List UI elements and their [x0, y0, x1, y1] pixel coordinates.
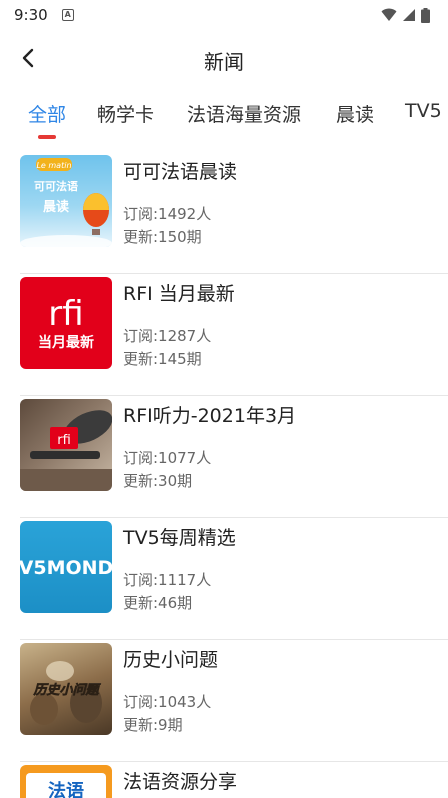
wifi-icon [381, 8, 397, 21]
tv5-logo-text: V5MOND [20, 557, 112, 579]
tab-indicator [38, 135, 56, 139]
battery-icon [421, 7, 430, 23]
notification-icon: A [61, 9, 74, 21]
thumb-text: 法语 [48, 780, 84, 798]
resource-illustration: 法语 [26, 773, 106, 798]
balloon-illustration: Le matin 可可法语 晨读 [20, 158, 112, 247]
item-thumbnail: rfi 当月最新 [20, 277, 112, 369]
rfi-logo-text: rfi [57, 433, 71, 448]
thumb-line2: 晨读 [43, 199, 69, 215]
status-icons [381, 7, 430, 23]
item-title: RFI听力-2021年3月 [123, 405, 297, 427]
list-item[interactable]: Le matin 可可法语 晨读 可可法语晨读 订阅:1492人 更新:150期 [20, 152, 448, 274]
item-title: 法语资源分享 [123, 771, 238, 793]
tab-card[interactable]: 畅学卡 [97, 100, 154, 127]
thumb-caption: 当月最新 [38, 334, 94, 351]
tv5-logo: V5MOND [20, 557, 112, 579]
rfi-logo-text: rfi [48, 294, 83, 334]
thumb-line1: 可可法语 [34, 179, 78, 193]
item-title: TV5每周精选 [123, 527, 236, 549]
painting-illustration: 历史小问题 [30, 661, 102, 725]
thumb-badge: Le matin [36, 161, 71, 170]
status-bar: 9:30 A [0, 0, 448, 30]
microphone-photo: rfi [20, 410, 112, 491]
item-title: 历史小问题 [123, 649, 219, 671]
item-subscribers: 订阅:1077人 [123, 449, 212, 467]
item-thumbnail: rfi [20, 399, 112, 491]
item-updates: 更新:145期 [123, 350, 202, 368]
item-thumbnail: Le matin 可可法语 晨读 [20, 155, 112, 247]
item-subscribers: 订阅:1117人 [123, 571, 212, 589]
list-item[interactable]: V5MOND TV5每周精选 订阅:1117人 更新:46期 [20, 518, 448, 640]
tab-all[interactable]: 全部 [28, 100, 66, 127]
item-subscribers: 订阅:1287人 [123, 327, 212, 345]
item-thumbnail: V5MOND [20, 521, 112, 613]
list-item[interactable]: rfi RFI听力-2021年3月 订阅:1077人 更新:30期 [20, 396, 448, 518]
item-thumbnail: 历史小问题 [20, 643, 112, 735]
rfi-logo: rfi 当月最新 [38, 294, 94, 351]
tab-resources[interactable]: 法语海量资源 [187, 100, 301, 127]
item-updates: 更新:46期 [123, 594, 193, 612]
item-subscribers: 订阅:1043人 [123, 693, 212, 711]
tab-tv5[interactable]: TV5 [405, 100, 442, 122]
list-item[interactable]: 法语 法语资源分享 [20, 762, 448, 798]
item-updates: 更新:9期 [123, 716, 183, 734]
item-updates: 更新:30期 [123, 472, 193, 490]
list-item[interactable]: rfi 当月最新 RFI 当月最新 订阅:1287人 更新:145期 [20, 274, 448, 396]
item-title: RFI 当月最新 [123, 283, 235, 305]
app-bar: 新闻 [0, 36, 448, 80]
tab-morning-reading[interactable]: 晨读 [336, 100, 374, 127]
list-item[interactable]: 历史小问题 历史小问题 订阅:1043人 更新:9期 [20, 640, 448, 762]
item-subscribers: 订阅:1492人 [123, 205, 212, 223]
signal-icon [403, 9, 415, 21]
item-updates: 更新:150期 [123, 228, 202, 246]
item-title: 可可法语晨读 [123, 161, 238, 183]
page-title: 新闻 [204, 50, 244, 74]
item-thumbnail: 法语 [20, 765, 112, 798]
thumb-text: 历史小问题 [32, 682, 101, 698]
category-tabs: 全部 畅学卡 法语海量资源 晨读 TV5 [0, 92, 448, 142]
status-time: 9:30 [14, 6, 48, 24]
